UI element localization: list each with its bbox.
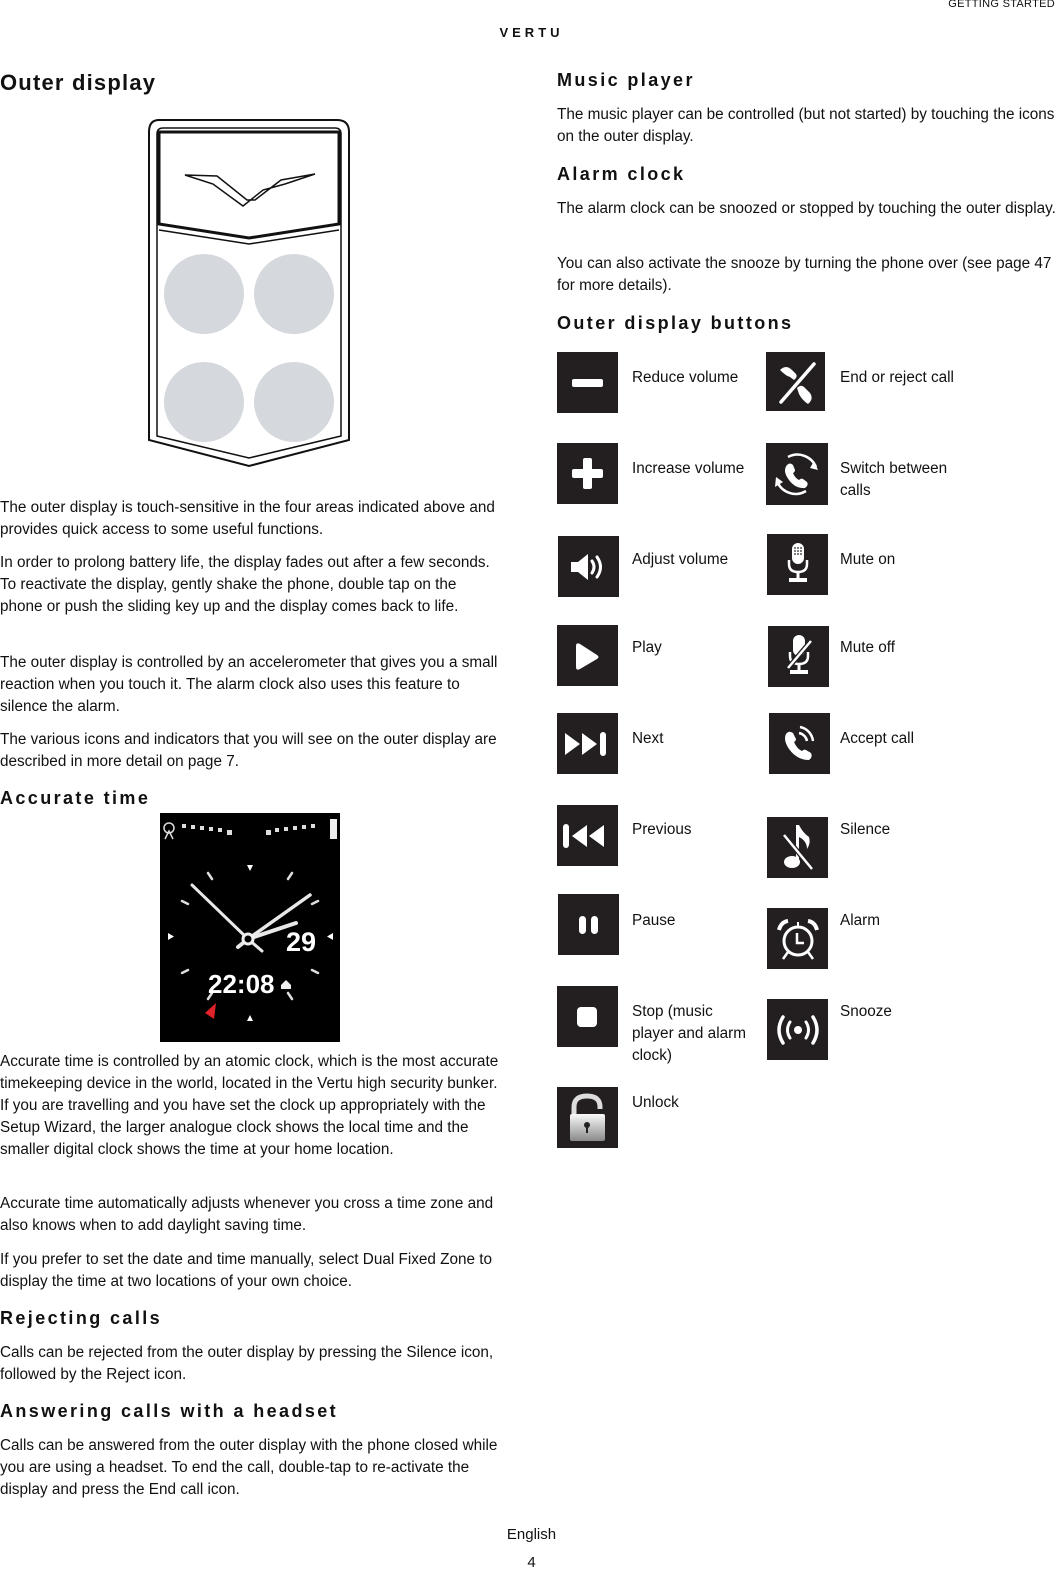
- button-label: Stop (music player and alarm clock): [632, 1003, 746, 1064]
- paragraph: If you prefer to set the date and time m…: [0, 1251, 493, 1290]
- paragraph: Accurate time is controlled by an atomic…: [0, 1053, 499, 1158]
- paragraph: The various icons and indicators that yo…: [0, 731, 497, 770]
- button-label: Adjust volume: [632, 551, 729, 568]
- brand-logo: VERTU: [499, 25, 564, 40]
- page-number: 4: [527, 1554, 536, 1571]
- alarm-indicator-icon: [205, 1003, 216, 1019]
- button-label: Alarm: [840, 912, 880, 929]
- touch-area-top-left: [164, 254, 244, 334]
- paragraph: The alarm clock can be snoozed or stoppe…: [557, 200, 1056, 217]
- end-call-icon: [766, 352, 825, 411]
- accept-call-icon: [769, 713, 830, 774]
- section-heading-accurate-time: Accurate time: [0, 788, 151, 808]
- paragraph: In order to prolong battery life, the di…: [0, 554, 490, 615]
- button-label: Pause: [632, 912, 676, 929]
- button-label: Next: [632, 730, 664, 747]
- next-icon: [557, 713, 618, 774]
- paragraph: Accurate time automatically adjusts when…: [0, 1195, 494, 1234]
- switch-calls-icon: [766, 443, 828, 505]
- silence-icon: [767, 817, 828, 878]
- touch-area-bottom-left: [164, 362, 244, 442]
- alarm-icon: [767, 908, 828, 969]
- button-label: Switch between calls: [840, 460, 948, 499]
- paragraph: The outer display is touch-sensitive in …: [0, 499, 495, 538]
- page-title: Outer display: [0, 70, 157, 95]
- snooze-icon: [767, 999, 828, 1060]
- paragraph: Calls can be answered from the outer dis…: [0, 1437, 498, 1498]
- signal-strength-dots: [182, 824, 315, 835]
- section-heading-alarm-clock: Alarm clock: [557, 164, 686, 184]
- button-label: Mute on: [840, 551, 896, 568]
- button-label: Mute off: [840, 639, 895, 656]
- button-label: Snooze: [840, 1003, 892, 1020]
- footer-language: English: [506, 1526, 557, 1543]
- touch-area-bottom-right: [254, 362, 334, 442]
- button-label: Reduce volume: [632, 369, 739, 386]
- paragraph: The outer display is controlled by an ac…: [0, 654, 498, 715]
- battery-icon: [330, 819, 337, 839]
- signal-icon: [163, 822, 175, 840]
- pause-icon: [558, 894, 619, 955]
- home-icon: [281, 980, 291, 989]
- microphone-icon: [767, 534, 828, 595]
- button-label: Silence: [840, 821, 891, 838]
- phone-outer-display-figure: [145, 118, 353, 473]
- button-label: Unlock: [632, 1094, 679, 1111]
- plus-icon: [557, 443, 618, 504]
- paragraph: Calls can be rejected from the outer dis…: [0, 1344, 494, 1383]
- paragraph: You can also activate the snooze by turn…: [557, 255, 1052, 294]
- button-label: Play: [632, 639, 662, 656]
- button-label: End or reject call: [840, 369, 954, 386]
- speaker-icon: [558, 536, 619, 597]
- button-label: Previous: [632, 821, 692, 838]
- clock-date: 29: [286, 927, 316, 957]
- unlock-icon: [557, 1087, 618, 1148]
- minus-icon: [557, 352, 618, 413]
- button-label: Increase volume: [632, 460, 745, 477]
- previous-icon: [557, 805, 618, 866]
- paragraph: The music player can be controlled (but …: [557, 106, 1055, 145]
- play-icon: [557, 625, 618, 686]
- running-head: GETTING STARTED: [948, 0, 1055, 10]
- button-label: Accept call: [840, 730, 914, 747]
- section-heading-answering-calls: Answering calls with a headset: [0, 1401, 339, 1421]
- section-heading-rejecting-calls: Rejecting calls: [0, 1308, 163, 1328]
- clock-digital-time: 22:08: [208, 969, 275, 999]
- touch-area-top-right: [254, 254, 334, 334]
- section-heading-music-player: Music player: [557, 70, 695, 90]
- section-heading-outer-display-buttons: Outer display buttons: [557, 313, 794, 333]
- microphone-off-icon: [768, 626, 829, 687]
- accurate-time-clock-figure: 29 22:08: [160, 813, 340, 1042]
- stop-icon: [557, 986, 618, 1047]
